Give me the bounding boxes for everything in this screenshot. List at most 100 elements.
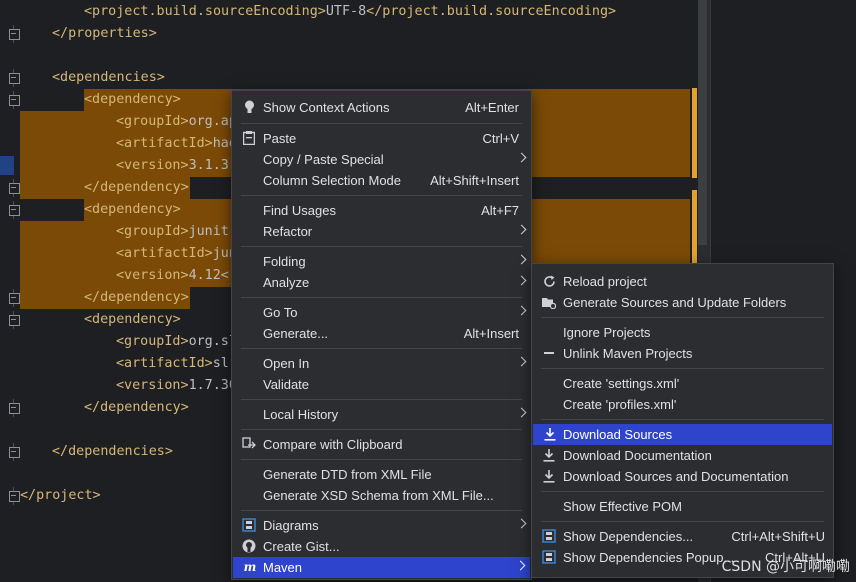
code-line[interactable]: <dependencies> [52, 67, 165, 89]
menu-item-create-gist[interactable]: Create Gist... [232, 536, 531, 557]
xml-tag: <groupId> [116, 114, 189, 129]
menu-item-label: Create Gist... [263, 539, 340, 554]
xml-text: junit [188, 224, 229, 239]
xml-text: org.ap [188, 114, 237, 129]
paste-icon [242, 131, 256, 145]
menu-item-show-context-actions[interactable]: Show Context Actions Alt+Enter [232, 97, 531, 118]
menu-item-maven[interactable]: m Maven [233, 557, 530, 578]
xml-text: sl [212, 356, 229, 371]
menu-item-label: Download Sources [563, 427, 673, 442]
menu-item-show-effective-pom[interactable]: Show Effective POM [532, 496, 833, 517]
code-line[interactable]: <dependency> [84, 199, 181, 221]
xml-tag: <dependency> [84, 312, 181, 327]
code-line[interactable]: <artifactId>jun [116, 243, 237, 265]
code-line[interactable]: <groupId>org.ap [116, 111, 237, 133]
menu-item-column-selection-mode[interactable]: Column Selection Mode Alt+Shift+Insert [232, 170, 531, 191]
code-line[interactable]: <artifactId>had [116, 133, 237, 155]
menu-item-label: Generate Sources and Update Folders [563, 295, 787, 310]
menu-item-download-sources[interactable]: Download Sources [533, 424, 832, 445]
menu-item-reload-project[interactable]: Reload project [532, 271, 833, 292]
menu-item-copy-paste-special[interactable]: Copy / Paste Special [232, 149, 531, 170]
menu-item-refactor[interactable]: Refactor [232, 221, 531, 242]
menu-separator [241, 246, 522, 247]
code-line[interactable]: <dependency> [84, 89, 181, 111]
code-line[interactable]: </project> [20, 485, 101, 507]
menu-item-validate[interactable]: Validate [232, 374, 531, 395]
fold-icon[interactable] [9, 443, 20, 461]
menu-item-go-to[interactable]: Go To [232, 302, 531, 323]
xml-tag: <project.build.sourceEncoding> [84, 4, 326, 19]
download-icon [542, 469, 556, 483]
menu-item-unlink-maven-projects[interactable]: Unlink Maven Projects [532, 343, 833, 364]
menu-item-shortcut: Alt+Insert [463, 326, 519, 341]
menu-item-label: Show Effective POM [563, 499, 682, 514]
download-icon [543, 427, 557, 441]
xml-text: 4.12< [188, 268, 229, 283]
code-line[interactable]: <groupId>junit [116, 221, 229, 243]
code-line[interactable]: </dependencies> [52, 441, 173, 463]
code-line[interactable]: </dependency> [84, 287, 189, 309]
code-line[interactable]: </dependency> [84, 397, 189, 419]
menu-item-create-profiles-xml[interactable]: Create 'profiles.xml' [532, 394, 833, 415]
menu-item-label: Create 'profiles.xml' [563, 397, 677, 412]
fold-icon[interactable] [9, 487, 20, 505]
code-line[interactable]: <artifactId>sl [116, 353, 229, 375]
xml-tag: <dependency> [84, 202, 181, 217]
menu-item-download-documentation[interactable]: Download Documentation [532, 445, 833, 466]
menu-item-shortcut: Alt+F7 [481, 203, 519, 218]
menu-item-create-settings-xml[interactable]: Create 'settings.xml' [532, 373, 833, 394]
fold-icon[interactable] [9, 311, 20, 329]
fold-icon[interactable] [9, 25, 20, 43]
code-line[interactable]: <project.build.sourceEncoding>UTF-8</pro… [84, 1, 616, 23]
fold-icon[interactable] [9, 179, 20, 197]
menu-item-analyze[interactable]: Analyze [232, 272, 531, 293]
fold-icon[interactable] [9, 69, 20, 87]
menu-item-paste[interactable]: Paste Ctrl+V [232, 128, 531, 149]
xml-tag: <version> [116, 378, 189, 393]
menu-item-generate-xsd[interactable]: Generate XSD Schema from XML File... [232, 485, 531, 506]
menu-item-generate-dtd[interactable]: Generate DTD from XML File [232, 464, 531, 485]
menu-item-label: Local History [263, 407, 339, 422]
menu-item-download-sources-and-documentation[interactable]: Download Sources and Documentation [532, 466, 833, 487]
menu-item-local-history[interactable]: Local History [232, 404, 531, 425]
menu-item-label: Open In [263, 356, 310, 371]
code-line[interactable]: </properties> [52, 23, 157, 45]
fold-icon[interactable] [9, 399, 20, 417]
code-line[interactable]: <version>3.1.3 [116, 155, 229, 177]
menu-item-diagrams[interactable]: Diagrams [232, 515, 531, 536]
xml-text: 1.7.30 [188, 378, 237, 393]
chevron-right-icon [516, 356, 527, 367]
menu-item-compare-with-clipboard[interactable]: Compare with Clipboard [232, 434, 531, 455]
scrollbar-thumb[interactable] [698, 0, 707, 245]
xml-tag: <dependencies> [52, 70, 165, 85]
xml-tag: </dependencies> [52, 444, 173, 459]
menu-item-open-in[interactable]: Open In [232, 353, 531, 374]
fold-icon[interactable] [9, 91, 20, 109]
fold-icon[interactable] [9, 201, 20, 219]
menu-item-label: Paste [263, 131, 297, 146]
xml-tag: <groupId> [116, 224, 189, 239]
menu-item-find-usages[interactable]: Find Usages Alt+F7 [232, 200, 531, 221]
fold-icon[interactable] [9, 289, 20, 307]
menu-item-show-dependencies[interactable]: Show Dependencies... Ctrl+Alt+Shift+U [532, 526, 833, 547]
code-line[interactable]: <groupId>org.sl [116, 331, 237, 353]
menu-separator [241, 297, 522, 298]
code-line[interactable]: </dependency> [84, 177, 189, 199]
menu-item-label: Analyze [263, 275, 310, 290]
code-line[interactable]: <dependency> [84, 309, 181, 331]
menu-item-label: Show Dependencies... [563, 529, 694, 544]
menu-item-generate-sources[interactable]: Generate Sources and Update Folders [532, 292, 833, 313]
menu-item-generate[interactable]: Generate... Alt+Insert [232, 323, 531, 344]
menu-separator [241, 123, 522, 124]
menu-item-label: Refactor [263, 224, 313, 239]
watermark: CSDN @小可啊嘞嘞 [721, 559, 850, 575]
bulb-icon [242, 100, 256, 114]
menu-item-folding[interactable]: Folding [232, 251, 531, 272]
code-line[interactable]: <version>1.7.30 [116, 375, 237, 397]
menu-item-ignore-projects[interactable]: Ignore Projects [532, 322, 833, 343]
code-line[interactable]: <version>4.12< [116, 265, 229, 287]
menu-separator [541, 419, 824, 420]
dependency-icon [542, 529, 556, 543]
compare-icon [242, 437, 256, 451]
menu-item-label: Generate... [263, 326, 329, 341]
